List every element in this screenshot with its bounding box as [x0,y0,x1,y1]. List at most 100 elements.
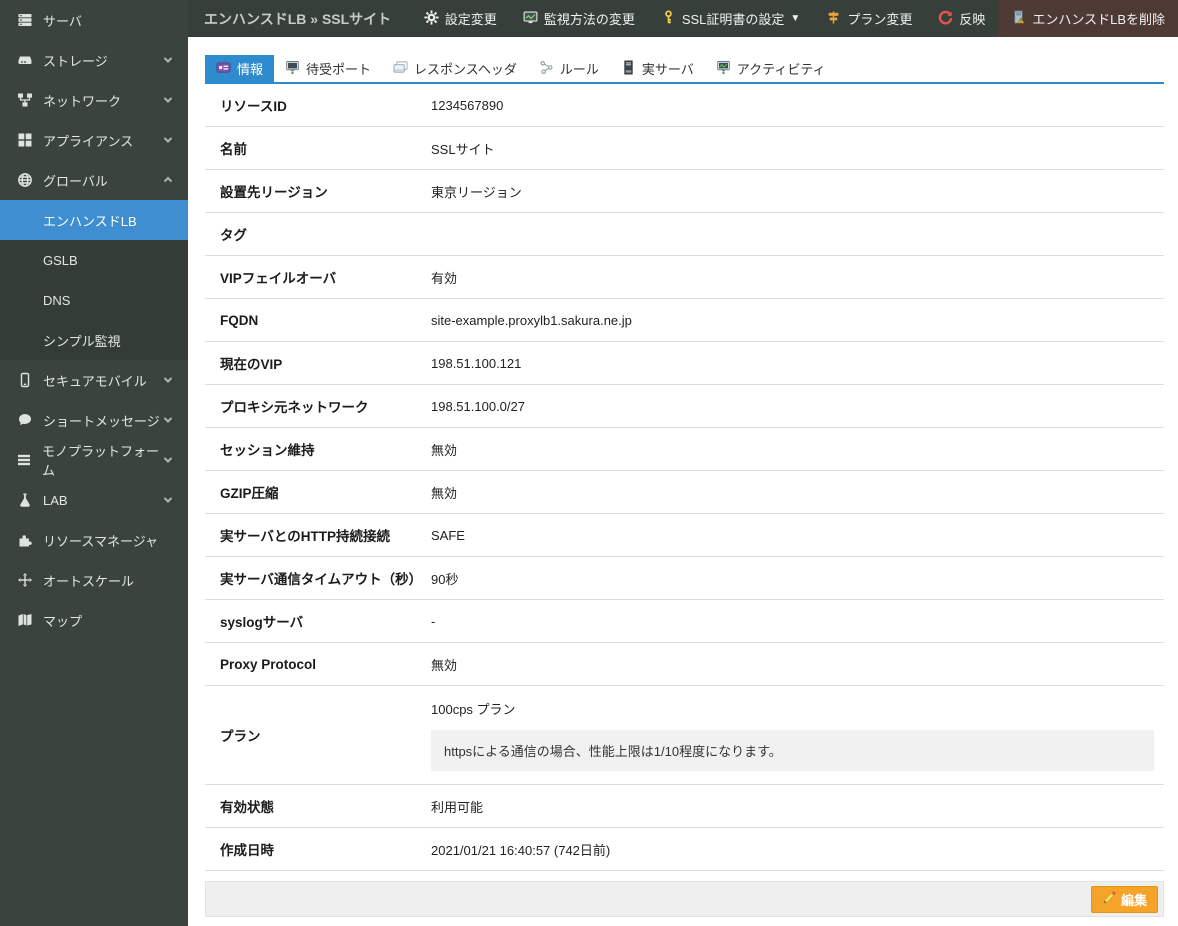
chevron-down-icon [162,134,174,146]
sidebar-item-enhanced-lb[interactable]: エンハンスドLB [0,200,188,240]
row-label: リソースID [205,95,431,115]
delete-enhanced-lb-button[interactable]: エンハンスドLBを削除 [998,0,1178,37]
globe-icon [16,172,33,189]
settings-change-button[interactable]: 設定変更 [411,0,510,37]
footer-bar: 編集 [205,881,1164,917]
sidebar-item-short-message[interactable]: ショートメッセージ [0,400,188,440]
row-value: 90秒 [431,569,458,588]
sidebar-item-secure-mobile[interactable]: セキュアモバイル [0,360,188,400]
tab-real-server[interactable]: 実サーバ [610,55,705,82]
ssl-cert-settings-button[interactable]: SSL証明書の設定 ▼ [648,0,813,37]
refresh-icon [938,10,953,28]
table-row-current-vip: 現在のVIP 198.51.100.121 [205,342,1164,385]
puzzle-icon [16,532,33,549]
sidebar-submenu-global: エンハンスドLB GSLB DNS シンプル監視 [0,200,188,360]
sidebar-item-label: マップ [43,611,82,630]
sidebar-item-label: エンハンスドLB [43,211,137,230]
tab-label: アクティビティ [737,59,826,78]
chevron-down-icon [162,414,174,426]
table-row-tags: タグ [205,213,1164,256]
sidebar-item-dns[interactable]: DNS [0,280,188,320]
sidebar-item-lab[interactable]: LAB [0,480,188,520]
sidebar-item-global[interactable]: グローバル [0,160,188,200]
sidebar: サーバ ストレージ ネットワーク アプライアンス [0,0,188,926]
table-row-proxy-protocol: Proxy Protocol 無効 [205,643,1164,686]
row-value: 1234567890 [431,98,503,113]
chat-icon [16,412,33,429]
gear-icon [424,10,439,28]
listen-port-icon [285,60,300,78]
row-label: セッション維持 [205,439,431,459]
row-value: 2021/01/21 16:40:57 (742日前) [431,840,610,859]
table-row-fqdn: FQDN site-example.proxylb1.sakura.ne.jp [205,299,1164,342]
sidebar-item-label: リソースマネージャ [43,531,158,550]
row-value: - [431,614,435,629]
table-row-proxy-network: プロキシ元ネットワーク 198.51.100.0/27 [205,385,1164,428]
row-label: 現在のVIP [205,353,431,373]
tab-label: 情報 [237,59,263,78]
sidebar-item-map[interactable]: マップ [0,600,188,640]
tab-activity[interactable]: アクティビティ [705,55,837,82]
sidebar-item-label: LAB [43,493,68,508]
chevron-down-icon [162,374,174,386]
row-label: GZIP圧縮 [205,482,431,502]
monitor-chart-icon [523,10,538,28]
sidebar-item-network[interactable]: ネットワーク [0,80,188,120]
breadcrumb: エンハンスドLB » SSLサイト [188,9,391,29]
row-value: 198.51.100.0/27 [431,399,525,414]
sidebar-item-mono-platform[interactable]: モノプラットフォーム [0,440,188,480]
tab-bar: 情報 待受ポート レスポンスヘッダ [205,55,1164,84]
chevron-down-icon [162,94,174,106]
edit-button[interactable]: 編集 [1091,886,1158,913]
sidebar-item-autoscale[interactable]: オートスケール [0,560,188,600]
row-label: 実サーバとのHTTP持続接続 [205,525,431,545]
row-label: syslogサーバ [205,611,431,631]
server-icon [16,12,33,29]
tab-listen-port[interactable]: 待受ポート [274,55,382,82]
row-label: 作成日時 [205,839,431,859]
tab-rule[interactable]: ルール [528,55,610,82]
sidebar-item-label: ストレージ [43,51,108,70]
sidebar-item-server[interactable]: サーバ [0,0,188,40]
key-icon [661,10,676,28]
tab-info[interactable]: 情報 [205,55,274,82]
sidebar-item-resource-manager[interactable]: リソースマネージャ [0,520,188,560]
info-table: リソースID 1234567890 名前 SSLサイト 設置先リージョン 東京リ… [205,84,1164,871]
sidebar-item-storage[interactable]: ストレージ [0,40,188,80]
row-label: タグ [205,224,431,244]
table-row-http-keepalive: 実サーバとのHTTP持続接続 SAFE [205,514,1164,557]
sidebar-item-gslb[interactable]: GSLB [0,240,188,280]
row-label: VIPフェイルオーバ [205,267,431,287]
row-value: 利用可能 [431,797,483,816]
tab-label: 待受ポート [306,59,371,78]
rule-nodes-icon [539,60,554,78]
reflect-label: 反映 [959,9,985,28]
chevron-down-icon [162,454,174,466]
topbar: エンハンスドLB » SSLサイト 設定変更 監視方法の変更 [188,0,1178,37]
info-card-icon [216,60,231,78]
table-row-name: 名前 SSLサイト [205,127,1164,170]
settings-change-label: 設定変更 [445,9,497,28]
sidebar-item-label: セキュアモバイル [43,371,147,390]
monitoring-change-button[interactable]: 監視方法の変更 [510,0,648,37]
delete-server-warning-icon [1011,10,1026,28]
row-value: SAFE [431,528,465,543]
row-label: 名前 [205,138,431,158]
table-row-region: 設置先リージョン 東京リージョン [205,170,1164,213]
ssl-cert-settings-label: SSL証明書の設定 [682,9,785,28]
storage-icon [16,52,33,69]
tab-label: 実サーバ [642,59,694,78]
tab-label: ルール [560,59,599,78]
edit-button-label: 編集 [1121,890,1147,909]
monitoring-change-label: 監視方法の変更 [544,9,635,28]
table-row-session-persistence: セッション維持 無効 [205,428,1164,471]
sidebar-item-appliance[interactable]: アプライアンス [0,120,188,160]
sidebar-item-label: ネットワーク [43,91,121,110]
sidebar-item-simple-monitoring[interactable]: シンプル監視 [0,320,188,360]
tab-response-header[interactable]: レスポンスヘッダ [382,55,528,82]
reflect-button[interactable]: 反映 [925,0,998,37]
appliance-icon [16,132,33,149]
row-label: 有効状態 [205,796,431,816]
plan-change-button[interactable]: プラン変更 [813,0,925,37]
content-area: 情報 待受ポート レスポンスヘッダ [188,37,1178,926]
